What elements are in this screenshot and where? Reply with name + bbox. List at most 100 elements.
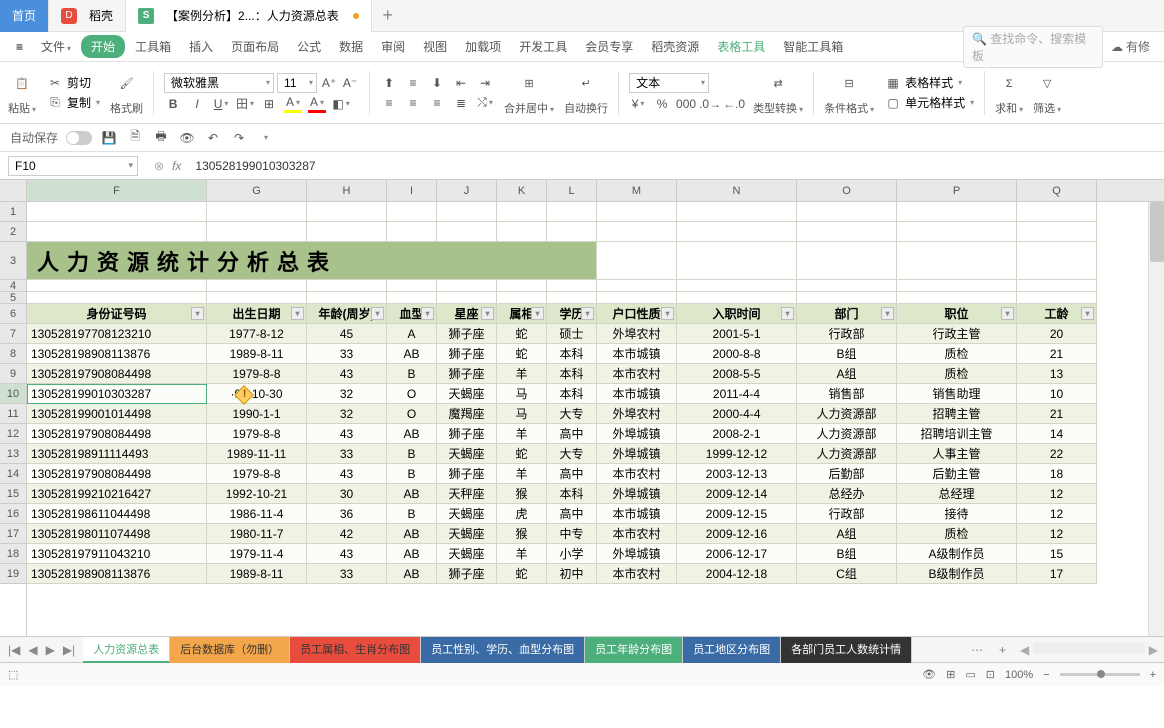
cell[interactable]: 1989-8-11 bbox=[207, 564, 307, 584]
cell[interactable]: 1986-11-4 bbox=[207, 504, 307, 524]
cell[interactable]: B bbox=[387, 364, 437, 384]
menu-shared[interactable]: ☁ 有修 bbox=[1105, 38, 1156, 55]
cell[interactable]: 43 bbox=[307, 424, 387, 444]
row-header-16[interactable]: 16 bbox=[0, 504, 26, 524]
cell[interactable]: 1979-8-8 bbox=[207, 424, 307, 444]
indent-dec-icon[interactable]: ⇤ bbox=[452, 74, 470, 92]
cell[interactable]: 12 bbox=[1017, 484, 1097, 504]
cell[interactable]: 130528198908113876 bbox=[27, 564, 207, 584]
view-layout-icon[interactable]: ⊡ bbox=[986, 668, 995, 681]
cell[interactable] bbox=[1017, 280, 1097, 292]
row-header-13[interactable]: 13 bbox=[0, 444, 26, 464]
tab-docer[interactable]: D稻壳 bbox=[49, 0, 126, 32]
fontsize-selector[interactable]: 11 bbox=[277, 73, 317, 93]
cell[interactable]: AB bbox=[387, 484, 437, 504]
cell[interactable] bbox=[677, 280, 797, 292]
cell[interactable]: 18 bbox=[1017, 464, 1097, 484]
cell[interactable]: 年龄(周岁) bbox=[307, 304, 387, 324]
cell[interactable]: 30 bbox=[307, 484, 387, 504]
col-header-J[interactable]: J bbox=[437, 180, 497, 201]
cell[interactable]: 本市农村 bbox=[597, 464, 677, 484]
cell[interactable]: 36 bbox=[307, 504, 387, 524]
cell[interactable] bbox=[387, 202, 437, 222]
cell[interactable]: 外埠农村 bbox=[597, 324, 677, 344]
cut-button[interactable]: ✂剪切 bbox=[46, 74, 100, 92]
percent-icon[interactable]: % bbox=[653, 95, 671, 113]
cell[interactable] bbox=[307, 202, 387, 222]
cell[interactable]: 外埠农村 bbox=[597, 404, 677, 424]
cell[interactable]: 17 bbox=[1017, 564, 1097, 584]
cell[interactable]: 1989-8-11 bbox=[207, 344, 307, 364]
cell[interactable]: 接待 bbox=[897, 504, 1017, 524]
cell[interactable]: AB bbox=[387, 344, 437, 364]
qat-saveas-icon[interactable]: 🗎 bbox=[126, 129, 144, 147]
cell[interactable]: 2006-12-17 bbox=[677, 544, 797, 564]
cell[interactable] bbox=[437, 222, 497, 242]
cell[interactable]: 1979-8-8 bbox=[207, 364, 307, 384]
cell[interactable] bbox=[547, 222, 597, 242]
cell[interactable]: 43 bbox=[307, 544, 387, 564]
tablefmt-button[interactable]: ▦表格样式 bbox=[884, 74, 974, 92]
bold-icon[interactable]: B bbox=[164, 95, 182, 113]
menu-insert[interactable]: 插入 bbox=[181, 34, 221, 59]
cell[interactable]: 总经办 bbox=[797, 484, 897, 504]
cell[interactable]: 32 bbox=[307, 404, 387, 424]
menu-smarttool[interactable]: 智能工具箱 bbox=[775, 34, 851, 59]
sheet-tab-1[interactable]: 后台数据库（勿删） bbox=[170, 637, 290, 663]
cell[interactable]: 身份证号码 bbox=[27, 304, 207, 324]
col-header-G[interactable]: G bbox=[207, 180, 307, 201]
cell[interactable]: 招聘培训主管 bbox=[897, 424, 1017, 444]
col-header-I[interactable]: I bbox=[387, 180, 437, 201]
row-header-9[interactable]: 9 bbox=[0, 364, 26, 384]
cell[interactable]: 2009-12-16 bbox=[677, 524, 797, 544]
cell[interactable]: 130528197911043210 bbox=[27, 544, 207, 564]
row-header-14[interactable]: 14 bbox=[0, 464, 26, 484]
cell[interactable]: 初中 bbox=[547, 564, 597, 584]
cell[interactable]: A级制作员 bbox=[897, 544, 1017, 564]
fx-icon[interactable]: fx bbox=[172, 159, 181, 173]
cell[interactable] bbox=[27, 280, 207, 292]
tab-add[interactable]: + bbox=[372, 5, 404, 26]
cell[interactable]: 职位 bbox=[897, 304, 1017, 324]
row-header-4[interactable]: 4 bbox=[0, 280, 26, 292]
view-eye-icon[interactable]: 👁 bbox=[922, 668, 936, 681]
row-header-11[interactable]: 11 bbox=[0, 404, 26, 424]
cell[interactable]: 狮子座 bbox=[437, 464, 497, 484]
sheettab-nav-0[interactable]: |◀ bbox=[8, 643, 20, 657]
cell[interactable]: 外埠城镇 bbox=[597, 544, 677, 564]
filter-button[interactable]: ▽筛选 bbox=[1033, 70, 1061, 116]
col-header-F[interactable]: F bbox=[27, 180, 207, 201]
cellstyle-button[interactable]: ▢单元格样式 bbox=[884, 94, 974, 112]
cell[interactable]: 血型 bbox=[387, 304, 437, 324]
cell[interactable]: 小学 bbox=[547, 544, 597, 564]
cell[interactable]: 130528199210216427 bbox=[27, 484, 207, 504]
cell[interactable]: 蛇 bbox=[497, 344, 547, 364]
cell[interactable]: 销售助理 bbox=[897, 384, 1017, 404]
cell[interactable]: 硕士 bbox=[547, 324, 597, 344]
cell[interactable] bbox=[497, 292, 547, 304]
menu-hamburger[interactable]: ≡ bbox=[8, 36, 31, 58]
cell[interactable]: 1977-8-12 bbox=[207, 324, 307, 344]
cell[interactable]: 1980-11-7 bbox=[207, 524, 307, 544]
cell[interactable]: 1992-10-21 bbox=[207, 484, 307, 504]
underline-icon[interactable]: U bbox=[212, 95, 230, 113]
align-right-icon[interactable]: ≡ bbox=[428, 94, 446, 112]
cell[interactable]: 狮子座 bbox=[437, 364, 497, 384]
cell[interactable] bbox=[207, 292, 307, 304]
cell[interactable] bbox=[597, 222, 677, 242]
cell[interactable] bbox=[677, 222, 797, 242]
cell[interactable]: 羊 bbox=[497, 364, 547, 384]
col-header-K[interactable]: K bbox=[497, 180, 547, 201]
cell[interactable] bbox=[387, 280, 437, 292]
cell[interactable]: 蛇 bbox=[497, 564, 547, 584]
cell[interactable]: 本科 bbox=[547, 364, 597, 384]
dec-dec-icon[interactable]: ←.0 bbox=[725, 95, 743, 113]
cell[interactable] bbox=[497, 280, 547, 292]
cell[interactable]: 130528198011074498 bbox=[27, 524, 207, 544]
cell[interactable]: C组 bbox=[797, 564, 897, 584]
cell[interactable]: 蛇 bbox=[497, 324, 547, 344]
cell[interactable]: 33 bbox=[307, 344, 387, 364]
col-header-O[interactable]: O bbox=[797, 180, 897, 201]
cell[interactable]: 后勤部 bbox=[797, 464, 897, 484]
border-icon[interactable]: 田 bbox=[236, 95, 254, 113]
